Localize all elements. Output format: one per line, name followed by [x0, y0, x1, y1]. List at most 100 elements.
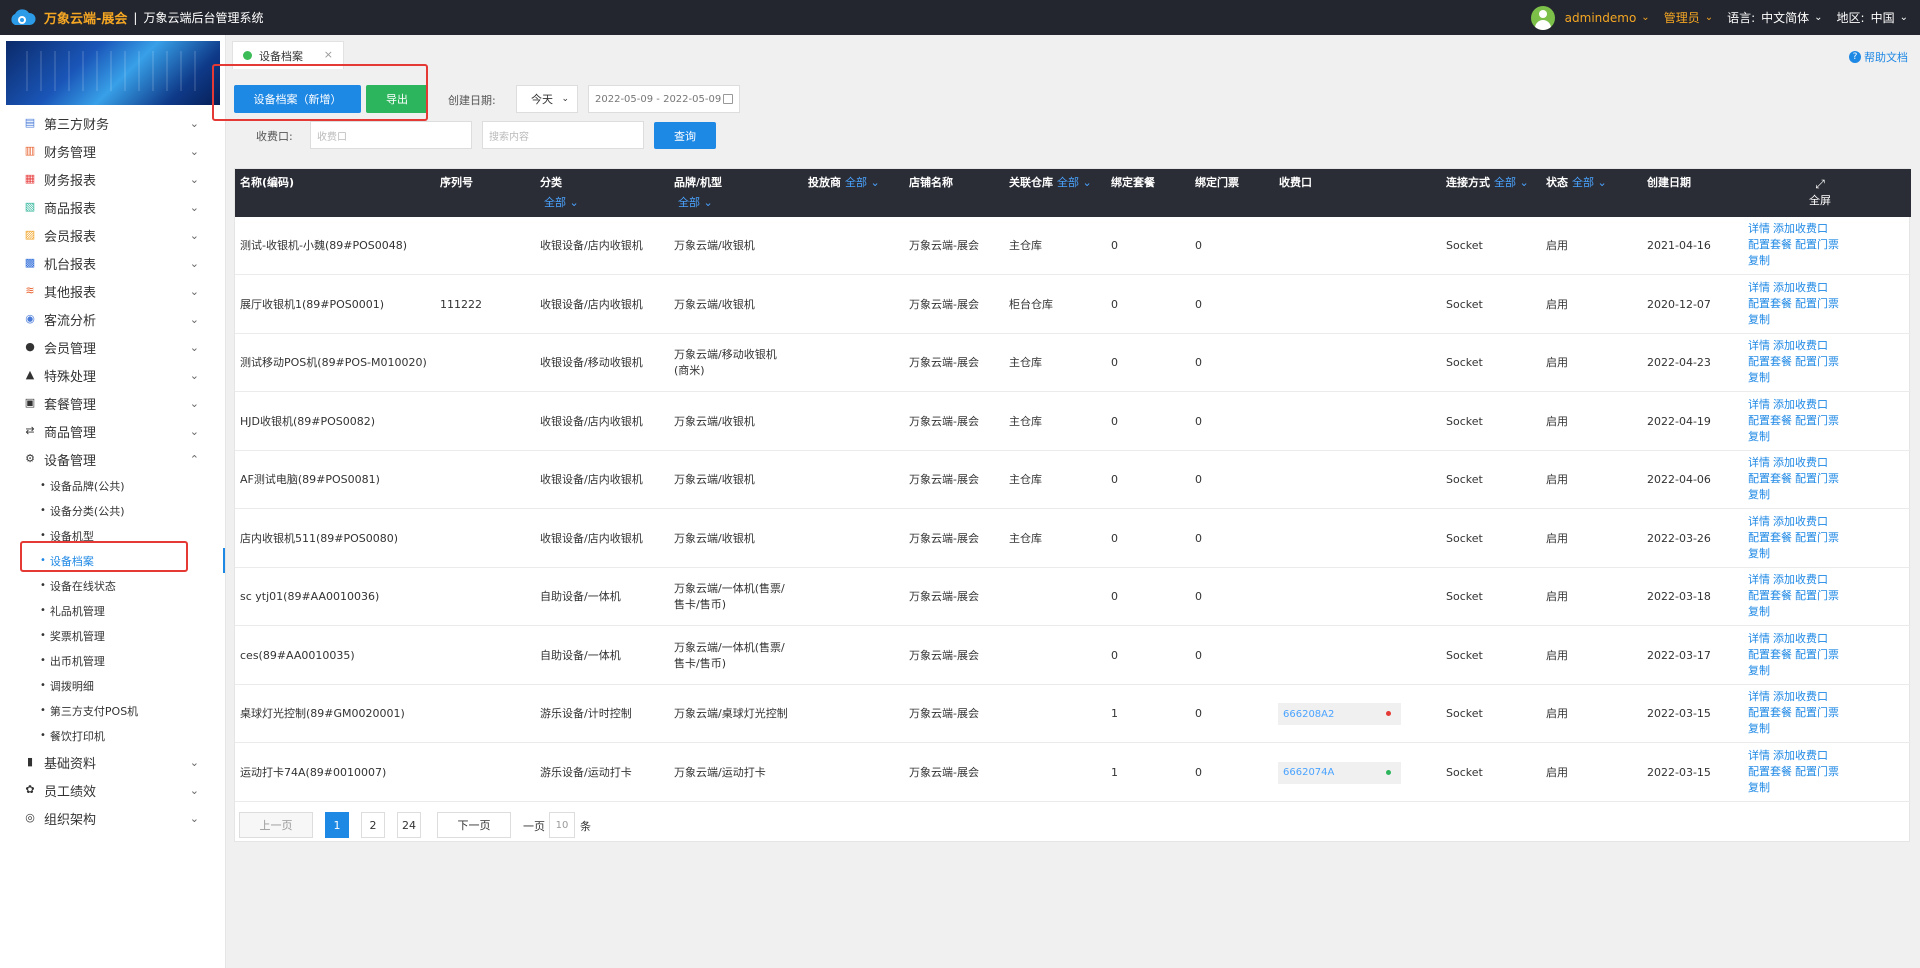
config-package-link[interactable]: 配置套餐 [1748, 706, 1792, 719]
sidebar-item[interactable]: ◉ 客流分析 ⌄ [0, 305, 225, 333]
sidebar-item[interactable]: ▩ 机台报表 ⌄ [0, 249, 225, 277]
date-preset-select[interactable]: 今天 ⌄ [516, 85, 578, 113]
add-port-link[interactable]: 添加收费口 [1773, 515, 1828, 528]
detail-link[interactable]: 详情 [1748, 690, 1770, 703]
language-dropdown[interactable]: 语言: 中文简体 ⌄ [1727, 9, 1822, 26]
add-port-link[interactable]: 添加收费口 [1773, 398, 1828, 411]
conn-filter[interactable]: 全部 ⌄ [1494, 176, 1529, 189]
config-ticket-link[interactable]: 配置门票 [1795, 414, 1839, 427]
sidebar-item[interactable]: ◎ 组织架构 ⌄ [0, 804, 225, 832]
config-ticket-link[interactable]: 配置门票 [1795, 589, 1839, 602]
config-package-link[interactable]: 配置套餐 [1748, 531, 1792, 544]
date-range-input[interactable]: 2022-05-09 - 2022-05-09 [588, 85, 740, 113]
config-package-link[interactable]: 配置套餐 [1748, 765, 1792, 778]
add-port-link[interactable]: 添加收费口 [1773, 339, 1828, 352]
config-ticket-link[interactable]: 配置门票 [1795, 355, 1839, 368]
config-ticket-link[interactable]: 配置门票 [1795, 765, 1839, 778]
detail-link[interactable]: 详情 [1748, 222, 1770, 235]
username-dropdown[interactable]: admindemo ⌄ [1565, 11, 1650, 25]
config-ticket-link[interactable]: 配置门票 [1795, 472, 1839, 485]
operator-filter[interactable]: 全部 ⌄ [845, 176, 880, 189]
config-package-link[interactable]: 配置套餐 [1748, 472, 1792, 485]
config-ticket-link[interactable]: 配置门票 [1795, 531, 1839, 544]
copy-link[interactable]: 复制 [1748, 371, 1770, 384]
detail-link[interactable]: 详情 [1748, 456, 1770, 469]
submenu-item[interactable]: 设备在线状态 [0, 573, 225, 598]
query-button[interactable]: 查询 [654, 122, 716, 149]
warehouse-filter[interactable]: 全部 ⌄ [1057, 176, 1092, 189]
per-page-input[interactable]: 10 [549, 812, 575, 838]
add-port-link[interactable]: 添加收费口 [1773, 456, 1828, 469]
copy-link[interactable]: 复制 [1748, 254, 1770, 267]
page-1-button[interactable]: 1 [325, 812, 349, 838]
page-24-button[interactable]: 24 [397, 812, 421, 838]
sidebar-item[interactable]: ▥ 财务管理 ⌄ [0, 137, 225, 165]
submenu-item[interactable]: 第三方支付POS机 [0, 698, 225, 723]
logo[interactable]: 万象云端-展会 | 万象云端后台管理系统 [0, 0, 263, 35]
detail-link[interactable]: 详情 [1748, 515, 1770, 528]
add-port-link[interactable]: 添加收费口 [1773, 573, 1828, 586]
config-package-link[interactable]: 配置套餐 [1748, 297, 1792, 310]
config-package-link[interactable]: 配置套餐 [1748, 414, 1792, 427]
detail-link[interactable]: 详情 [1748, 632, 1770, 645]
submenu-item[interactable]: 调拨明细 [0, 673, 225, 698]
add-port-link[interactable]: 添加收费口 [1773, 749, 1828, 762]
category-filter[interactable]: 全部 ⌄ [544, 194, 579, 210]
detail-link[interactable]: 详情 [1748, 398, 1770, 411]
config-ticket-link[interactable]: 配置门票 [1795, 238, 1839, 251]
sidebar-item[interactable]: ⇄ 商品管理 ⌄ [0, 417, 225, 445]
config-ticket-link[interactable]: 配置门票 [1795, 297, 1839, 310]
add-port-link[interactable]: 添加收费口 [1773, 222, 1828, 235]
submenu-item[interactable]: 餐饮打印机 [0, 723, 225, 748]
copy-link[interactable]: 复制 [1748, 488, 1770, 501]
next-page-button[interactable]: 下一页 [437, 812, 511, 838]
config-package-link[interactable]: 配置套餐 [1748, 355, 1792, 368]
port-chip[interactable]: 666208A2 [1278, 703, 1401, 725]
copy-link[interactable]: 复制 [1748, 722, 1770, 735]
sidebar-item[interactable]: ▲ 特殊处理 ⌄ [0, 361, 225, 389]
submenu-item[interactable]: 奖票机管理 [0, 623, 225, 648]
sidebar-item[interactable]: ▣ 套餐管理 ⌄ [0, 389, 225, 417]
copy-link[interactable]: 复制 [1748, 430, 1770, 443]
config-package-link[interactable]: 配置套餐 [1748, 648, 1792, 661]
submenu-item[interactable]: 出币机管理 [0, 648, 225, 673]
sidebar-item[interactable]: ▮ 基础资料 ⌄ [0, 748, 225, 776]
search-input[interactable]: 搜索内容 [482, 121, 644, 149]
config-package-link[interactable]: 配置套餐 [1748, 238, 1792, 251]
submenu-item[interactable]: 设备分类(公共) [0, 498, 225, 523]
sidebar-item[interactable]: ● 会员管理 ⌄ [0, 333, 225, 361]
port-input[interactable]: 收费口 [310, 121, 472, 149]
close-icon[interactable]: × [324, 48, 333, 61]
sidebar-item[interactable]: ▤ 第三方财务 ⌄ [0, 109, 225, 137]
add-port-link[interactable]: 添加收费口 [1773, 632, 1828, 645]
status-filter[interactable]: 全部 ⌄ [1572, 176, 1607, 189]
fullscreen-button[interactable]: ⤢ 全屏 [1809, 177, 1831, 208]
copy-link[interactable]: 复制 [1748, 313, 1770, 326]
region-dropdown[interactable]: 地区: 中国 ⌄ [1837, 9, 1908, 26]
config-ticket-link[interactable]: 配置门票 [1795, 648, 1839, 661]
page-2-button[interactable]: 2 [361, 812, 385, 838]
detail-link[interactable]: 详情 [1748, 339, 1770, 352]
copy-link[interactable]: 复制 [1748, 781, 1770, 794]
submenu-item[interactable]: 设备品牌(公共) [0, 473, 225, 498]
copy-link[interactable]: 复制 [1748, 664, 1770, 677]
add-port-link[interactable]: 添加收费口 [1773, 281, 1828, 294]
prev-page-button[interactable]: 上一页 [239, 812, 313, 838]
detail-link[interactable]: 详情 [1748, 749, 1770, 762]
role-dropdown[interactable]: 管理员 ⌄ [1664, 9, 1713, 26]
sidebar-item[interactable]: ▦ 财务报表 ⌄ [0, 165, 225, 193]
sidebar-item[interactable]: ≋ 其他报表 ⌄ [0, 277, 225, 305]
sidebar-item[interactable]: ▨ 会员报表 ⌄ [0, 221, 225, 249]
avatar[interactable] [1530, 5, 1555, 30]
detail-link[interactable]: 详情 [1748, 281, 1770, 294]
port-chip[interactable]: 6662074A [1278, 761, 1401, 784]
sidebar-item[interactable]: ✿ 员工绩效 ⌄ [0, 776, 225, 804]
copy-link[interactable]: 复制 [1748, 547, 1770, 560]
sidebar-item[interactable]: ⚙ 设备管理 ⌃ [0, 445, 225, 473]
brand-filter[interactable]: 全部 ⌄ [678, 194, 722, 210]
submenu-item[interactable]: 礼品机管理 [0, 598, 225, 623]
sidebar-item[interactable]: ▧ 商品报表 ⌄ [0, 193, 225, 221]
detail-link[interactable]: 详情 [1748, 573, 1770, 586]
copy-link[interactable]: 复制 [1748, 605, 1770, 618]
add-port-link[interactable]: 添加收费口 [1773, 690, 1828, 703]
